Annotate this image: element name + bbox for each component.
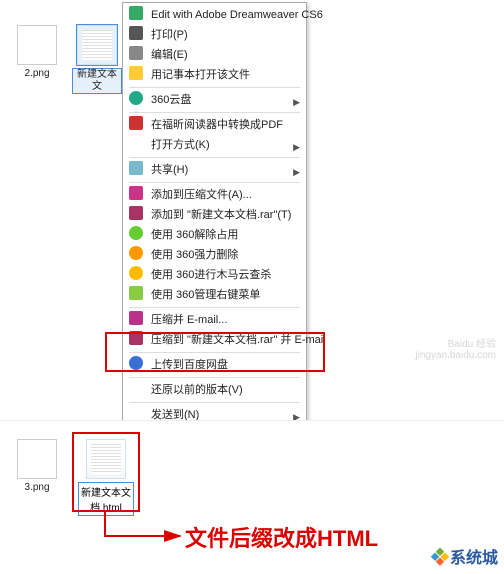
file-label: 新建文本文 bbox=[72, 68, 122, 94]
rename-input[interactable]: 新建文本文 档.html bbox=[78, 482, 134, 516]
menu-label: 用记事本打开该文件 bbox=[151, 69, 250, 81]
menu-separator bbox=[129, 352, 300, 353]
share-icon bbox=[129, 161, 143, 175]
menu-separator bbox=[129, 157, 300, 158]
menu-item-360trojan[interactable]: 使用 360进行木马云查杀 bbox=[123, 265, 306, 285]
menu-label: 使用 360解除占用 bbox=[151, 229, 238, 241]
menu-item-edit[interactable]: 编辑(E) bbox=[123, 45, 306, 65]
file-icon-png1[interactable]: 2.png bbox=[12, 25, 62, 80]
watermark-baidu: Baidu 经验 bbox=[448, 335, 496, 350]
rar-icon bbox=[129, 206, 143, 220]
print-icon bbox=[129, 26, 143, 40]
file-thumbnail-txt bbox=[86, 439, 126, 479]
menu-label: 添加到 "新建文本文档.rar"(T) bbox=[151, 209, 291, 221]
annotation-text: 文件后缀改成HTML bbox=[185, 521, 378, 553]
file-label: 2.png bbox=[12, 68, 62, 80]
menu-label: 添加到压缩文件(A)... bbox=[151, 189, 252, 201]
menu-item-360cloud[interactable]: 360云盘 ▶ bbox=[123, 90, 306, 110]
notepad-icon bbox=[129, 66, 143, 80]
360force-icon bbox=[129, 246, 143, 260]
menu-item-compressmail[interactable]: 压缩并 E-mail... bbox=[123, 310, 306, 330]
menu-item-notepad[interactable]: 用记事本打开该文件 bbox=[123, 65, 306, 85]
baidu-icon bbox=[129, 356, 143, 370]
mail-icon bbox=[129, 311, 143, 325]
watermark-xitong-logo: 系统城 bbox=[433, 544, 498, 568]
edit-icon bbox=[129, 46, 143, 60]
file-label: 3.png bbox=[12, 482, 62, 494]
menu-label: 打开方式(K) bbox=[151, 139, 210, 151]
360trojan-icon bbox=[129, 266, 143, 280]
360unlock-icon bbox=[129, 226, 143, 240]
menu-item-360unlock[interactable]: 使用 360解除占用 bbox=[123, 225, 306, 245]
menu-label: 还原以前的版本(V) bbox=[151, 384, 243, 396]
rename-line2: 档.html bbox=[90, 503, 122, 514]
menu-label: 360云盘 bbox=[151, 94, 191, 106]
menu-item-openwith[interactable]: 打开方式(K) ▶ bbox=[123, 135, 306, 155]
menu-separator bbox=[129, 182, 300, 183]
dreamweaver-icon bbox=[129, 6, 143, 20]
menu-item-addrar[interactable]: 添加到 "新建文本文档.rar"(T) bbox=[123, 205, 306, 225]
menu-label: 压缩并 E-mail... bbox=[151, 314, 227, 326]
menu-separator bbox=[129, 377, 300, 378]
file-thumbnail-txt bbox=[77, 25, 117, 65]
lower-area: 3.png 新建文本文 档.html 文件后缀改成HTML 系统城 bbox=[0, 420, 504, 574]
menu-item-print[interactable]: 打印(P) bbox=[123, 25, 306, 45]
submenu-arrow-icon: ▶ bbox=[293, 94, 300, 110]
menu-label: 在福昕阅读器中转换成PDF bbox=[151, 119, 283, 131]
submenu-arrow-icon: ▶ bbox=[293, 139, 300, 155]
360cloud-icon bbox=[129, 91, 143, 105]
file-thumbnail bbox=[17, 439, 57, 479]
menu-item-360force[interactable]: 使用 360强力删除 bbox=[123, 245, 306, 265]
menu-item-baidu[interactable]: 上传到百度网盘 bbox=[123, 355, 306, 375]
menu-separator bbox=[129, 307, 300, 308]
logo-dots-icon bbox=[430, 546, 450, 566]
menu-label: 使用 360管理右键菜单 bbox=[151, 289, 260, 301]
menu-label: 使用 360进行木马云查杀 bbox=[151, 269, 271, 281]
360menu-icon bbox=[129, 286, 143, 300]
menu-separator bbox=[129, 402, 300, 403]
menu-item-addzip[interactable]: 添加到压缩文件(A)... bbox=[123, 185, 306, 205]
file-thumbnail bbox=[17, 25, 57, 65]
menu-label: 压缩到 "新建文本文档.rar" 并 E-mail bbox=[151, 334, 326, 346]
watermark-text: 系统城 bbox=[450, 544, 498, 568]
desktop-area: 2.png 新建文本文 Edit with Adobe Dreamweaver … bbox=[0, 0, 504, 410]
menu-item-360menu[interactable]: 使用 360管理右键菜单 bbox=[123, 285, 306, 305]
watermark-jingyan: jingyan.baidu.com bbox=[415, 350, 496, 361]
menu-separator bbox=[129, 112, 300, 113]
menu-separator bbox=[129, 87, 300, 88]
zip-icon bbox=[129, 186, 143, 200]
rename-line1: 新建文本文 bbox=[81, 488, 131, 499]
menu-item-prevver[interactable]: 还原以前的版本(V) bbox=[123, 380, 306, 400]
file-icon-html[interactable]: 新建文本文 档.html bbox=[78, 439, 134, 516]
menu-label: Edit with Adobe Dreamweaver CS6 bbox=[151, 9, 323, 21]
menu-item-compressrarmail[interactable]: 压缩到 "新建文本文档.rar" 并 E-mail bbox=[123, 330, 306, 350]
menu-item-share[interactable]: 共享(H) ▶ bbox=[123, 160, 306, 180]
menu-item-pdf[interactable]: 在福昕阅读器中转换成PDF bbox=[123, 115, 306, 135]
file-icon-txt1[interactable]: 新建文本文 bbox=[72, 25, 122, 94]
file-icon-png2[interactable]: 3.png bbox=[12, 439, 62, 494]
menu-label: 上传到百度网盘 bbox=[151, 359, 228, 371]
menu-label: 编辑(E) bbox=[151, 49, 188, 61]
submenu-arrow-icon: ▶ bbox=[293, 164, 300, 180]
pdf-icon bbox=[129, 116, 143, 130]
menu-label: 共享(H) bbox=[151, 164, 188, 176]
rarmail-icon bbox=[129, 331, 143, 345]
menu-label: 打印(P) bbox=[151, 29, 188, 41]
menu-label: 使用 360强力删除 bbox=[151, 249, 238, 261]
menu-item-dreamweaver[interactable]: Edit with Adobe Dreamweaver CS6 bbox=[123, 5, 306, 25]
